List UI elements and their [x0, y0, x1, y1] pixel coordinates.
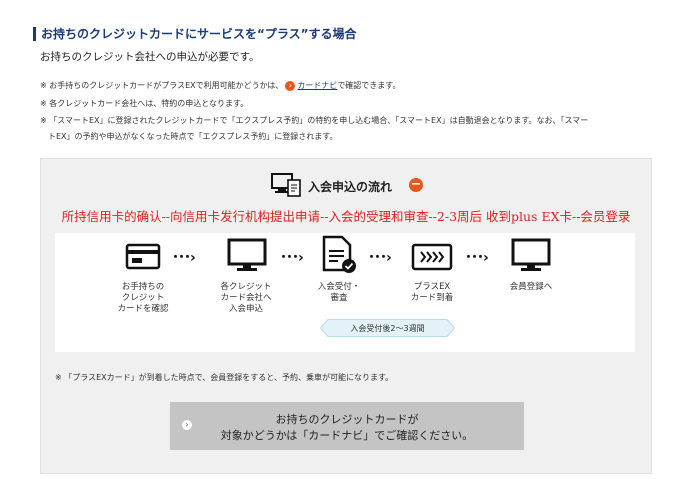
note-smartex-line1: ※ 「スマートEX」に登録されたクレジットカードで「エクスプレス予約」の特約を申… — [40, 116, 589, 125]
flow-footnote: ※ 「プラスEXカード」が到着した時点で、会員登録をすると、予約、乗車が可能にな… — [55, 373, 394, 382]
ic-card-icon — [411, 243, 453, 271]
cardnavi-button-line1: お持ちのクレジットカードが — [275, 413, 419, 426]
flow-arrow: ･･･› — [172, 250, 196, 266]
step-label: 入会受付・ 審査 — [317, 282, 361, 303]
note-smartex-line2: トEX」の予約や申込がなくなった時点で「エクスプレス予約」に登録されます。 — [48, 132, 338, 141]
cardnavi-button-line2: 対象かどうかは「カードナビ」でご確認ください。 — [220, 429, 474, 442]
note-cardnavi: ※ お手持ちのクレジットカードがプラスEXで利用可能かどうかは、 › カードナビで確… — [40, 80, 401, 92]
section-subtitle: お持ちのクレジット会社への申込が必要です。 — [40, 51, 260, 63]
step-label: 会員登録へ — [509, 282, 553, 292]
duration-badge: 入会受付後2〜3週間 — [320, 319, 455, 337]
monitor-icon — [227, 238, 267, 271]
flow-arrow: ･･･› — [280, 250, 304, 266]
step-label: お手持ちの クレジット カードを確認 — [117, 282, 169, 314]
pc-form-icon — [271, 173, 301, 197]
cardnavi-link[interactable]: カードナビ — [297, 81, 337, 90]
note-cardnavi-pre: ※ お手持ちのクレジットカードがプラスEXで利用可能かどうかは、 — [40, 81, 284, 90]
duration-text: 入会受付後2〜3週間 — [350, 324, 425, 333]
flow-arrow: ･･･› — [368, 250, 392, 266]
note-special-contract: ※ 各クレジットカード会社へは、特約の申込となります。 — [40, 99, 249, 108]
step-label: 各クレジット カード会社へ 入会申込 — [220, 282, 272, 314]
section-title: お持ちのクレジットカードにサービスを“プラス”する場合 — [33, 27, 357, 41]
annotation-text: 所持信用卡的确认--向信用卡发行机构提出申请--入会的受理和审查--2-3周后 … — [61, 209, 631, 224]
flow-arrow: ･･･› — [465, 250, 489, 266]
collapse-icon[interactable]: − — [409, 178, 423, 192]
cardnavi-button[interactable]: › お持ちのクレジットカードが 対象かどうかは「カードナビ」でご確認ください。 — [170, 402, 524, 450]
arrow-circle-icon: › — [285, 80, 296, 91]
credit-card-icon — [125, 243, 161, 270]
flow-title: 入会申込の流れ — [308, 180, 393, 194]
document-check-icon — [322, 235, 356, 273]
step-label: プラスEX カード到着 — [410, 282, 454, 303]
note-cardnavi-post: で確認できます。 — [337, 81, 401, 90]
monitor-icon — [511, 238, 551, 271]
